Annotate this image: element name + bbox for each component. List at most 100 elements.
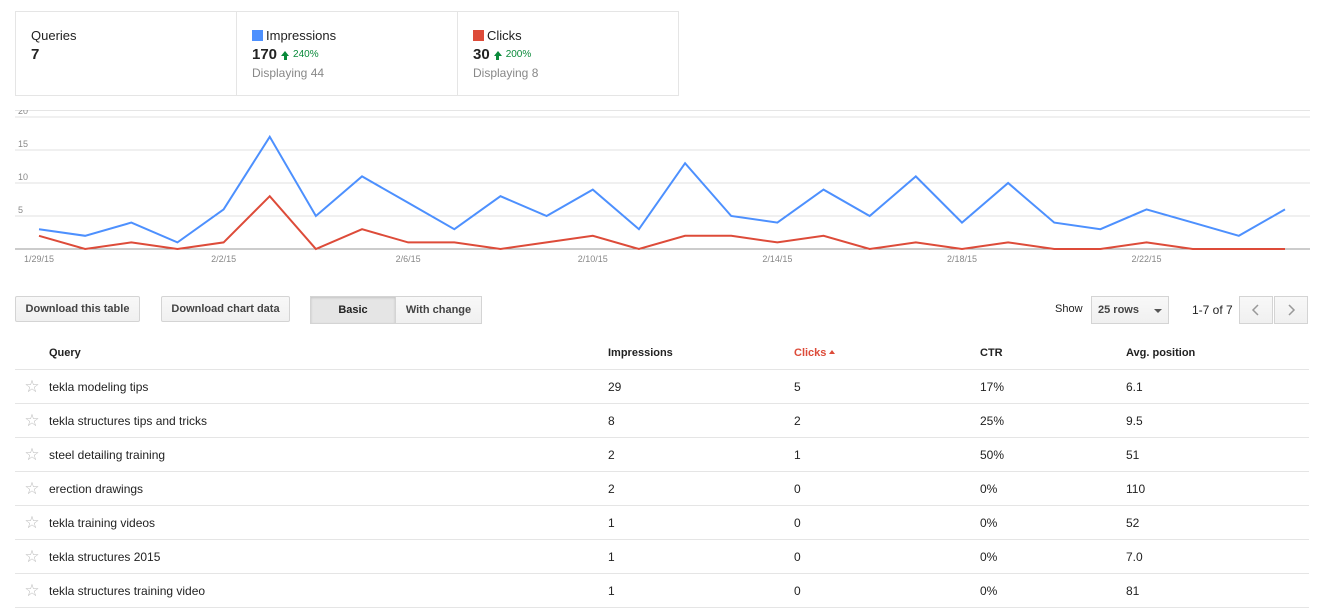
star-icon[interactable]: ☆ [24,377,39,396]
up-arrow-icon [281,51,290,60]
queries-card[interactable]: Queries 7 [16,12,237,95]
star-icon[interactable]: ☆ [24,411,39,430]
cell-query[interactable]: steel detailing training [49,437,608,472]
cell-clicks: 0 [794,471,980,506]
cell-query[interactable]: tekla training videos [49,505,608,540]
clicks-card[interactable]: Clicks 30 200% Displaying 8 [458,12,678,95]
cell-ctr: 0% [980,471,1126,506]
y-tick-label: 20 [18,110,28,116]
queries-table: Query Impressions Clicks CTR Avg. positi… [15,336,1309,608]
star-icon[interactable]: ☆ [24,581,39,600]
cell-query[interactable]: tekla modeling tips [49,369,608,404]
cell-ctr: 0% [980,505,1126,540]
star-icon[interactable]: ☆ [24,479,39,498]
cell-query[interactable]: erection drawings [49,471,608,506]
cell-position: 7.0 [1126,539,1309,574]
cell-impressions: 1 [608,505,794,540]
x-tick-label: 1/29/15 [24,254,54,264]
clicks-label: Clicks [487,28,522,43]
rows-select-value: 25 rows [1098,304,1139,316]
table-row: ☆ tekla structures 2015 1 0 0% 7.0 [15,539,1309,574]
cell-position: 110 [1126,471,1309,506]
x-tick-label: 2/18/15 [947,254,977,264]
table-row: ☆ steel detailing training 2 1 50% 51 [15,437,1309,472]
table-header-row: Query Impressions Clicks CTR Avg. positi… [15,336,1309,370]
impressions-displaying: Displaying 44 [252,66,325,80]
queries-value: 7 [31,46,40,63]
series-line-0 [38,134,1286,244]
cell-impressions: 8 [608,403,794,438]
x-tick-label: 2/2/15 [211,254,236,264]
cell-query[interactable]: tekla structures training video [49,573,608,608]
x-tick-label: 2/6/15 [396,254,421,264]
impressions-value: 170 [252,46,278,63]
next-page-button[interactable] [1274,296,1308,324]
view-toggle: Basic With change [310,296,482,324]
basic-button[interactable]: Basic [310,296,396,324]
header-impressions[interactable]: Impressions [608,336,794,370]
impressions-change: 240% [293,49,319,60]
chevron-left-icon [1251,304,1259,316]
x-tick-label: 2/14/15 [762,254,792,264]
cell-ctr: 25% [980,403,1126,438]
cell-impressions: 2 [608,437,794,472]
cell-position: 9.5 [1126,403,1309,438]
star-icon[interactable]: ☆ [24,445,39,464]
cell-impressions: 1 [608,539,794,574]
cell-query[interactable]: tekla structures 2015 [49,539,608,574]
clicks-change: 200% [505,49,532,60]
table-toolbar: Download this table Download chart data … [15,296,1309,324]
cell-position: 81 [1126,573,1309,608]
table-row: ☆ erection drawings 2 0 0% 110 [15,471,1309,506]
cell-clicks: 0 [794,505,980,540]
x-tick-label: 2/22/15 [1132,254,1162,264]
impressions-label: Impressions [266,28,337,43]
header-clicks-label: Clicks [794,346,827,359]
cell-impressions: 1 [608,573,794,608]
cell-impressions: 29 [608,369,794,404]
download-table-button[interactable]: Download this table [15,296,140,322]
prev-page-button[interactable] [1239,296,1273,324]
cell-position: 51 [1126,437,1309,472]
cell-position: 6.1 [1126,369,1309,404]
show-label: Show [1055,303,1083,315]
pager-text: 1-7 of 7 [1192,303,1233,317]
cell-impressions: 2 [608,471,794,506]
star-icon[interactable]: ☆ [24,513,39,532]
y-tick-label: 5 [18,205,23,215]
queries-label: Queries [31,28,77,43]
rows-select[interactable]: 25 rows [1091,296,1169,324]
performance-chart[interactable]: 5 10 15 20 1/29/15 2/2/15 2/6/15 2/10/15 2/14/15… [15,110,1310,270]
clicks-value: 30 [473,46,490,63]
header-clicks[interactable]: Clicks [794,336,980,370]
header-query[interactable]: Query [49,336,608,370]
clicks-swatch-icon [473,30,484,41]
header-ctr[interactable]: CTR [980,336,1126,370]
cell-ctr: 0% [980,539,1126,574]
table-row: ☆ tekla structures tips and tricks 8 2 25% 9.… [15,403,1309,438]
download-chart-button[interactable]: Download chart data [161,296,290,322]
cell-clicks: 1 [794,437,980,472]
x-tick-label: 2/10/15 [578,254,608,264]
cell-clicks: 2 [794,403,980,438]
table-row: ☆ tekla structures training video 1 0 0% 81 [15,573,1309,608]
star-icon[interactable]: ☆ [24,547,39,566]
chevron-right-icon [1288,304,1296,316]
up-arrow-icon [493,51,502,60]
summary-cards: Queries 7 Impressions 170 240% Displayin… [15,11,679,96]
y-tick-label: 15 [18,139,28,149]
impressions-card[interactable]: Impressions 170 240% Displaying 44 [237,12,458,95]
table-row: ☆ tekla modeling tips 29 5 17% 6.1 [15,369,1309,404]
cell-clicks: 5 [794,369,980,404]
header-position[interactable]: Avg. position [1126,336,1309,370]
cell-query[interactable]: tekla structures tips and tricks [49,403,608,438]
y-tick-label: 10 [18,172,28,182]
clicks-displaying: Displaying 8 [473,66,539,80]
sort-ascending-icon [829,349,836,354]
cell-clicks: 0 [794,539,980,574]
impressions-swatch-icon [252,30,263,41]
cell-position: 52 [1126,505,1309,540]
cell-clicks: 0 [794,573,980,608]
with-change-button[interactable]: With change [396,296,482,324]
cell-ctr: 50% [980,437,1126,472]
